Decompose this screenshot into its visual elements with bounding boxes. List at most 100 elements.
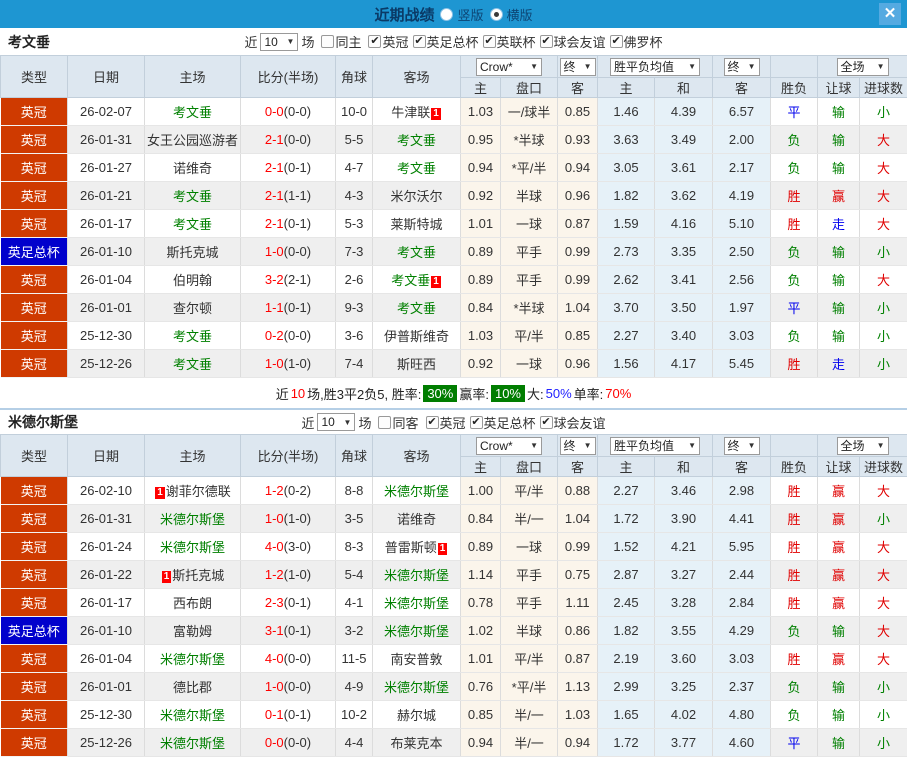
match-date: 26-01-17 <box>68 210 145 238</box>
league-checkbox[interactable] <box>470 416 483 429</box>
result-wdl: 负 <box>771 266 818 294</box>
away-team: 考文垂 <box>391 273 430 288</box>
league-checkbox[interactable] <box>483 35 496 48</box>
match-date: 26-02-10 <box>68 477 145 505</box>
league-checkbox[interactable] <box>540 416 553 429</box>
bookmaker-select[interactable]: Crow* ▼ <box>476 437 542 455</box>
league-filter[interactable]: 英联杯 <box>483 32 536 51</box>
league-filter[interactable]: 球会友谊 <box>540 413 606 432</box>
home-team-cell: 米德尔斯堡 <box>145 533 241 561</box>
odds-stage-select-1[interactable]: 终 ▼ <box>560 437 596 455</box>
odds-win: 2.19 <box>598 645 655 673</box>
home-team: 米德尔斯堡 <box>160 708 225 723</box>
close-icon[interactable]: ✕ <box>879 3 901 25</box>
home-team: 米德尔斯堡 <box>160 512 225 527</box>
handicap-home-odds: 0.94 <box>461 729 501 757</box>
home-team-cell: 查尔顿 <box>145 294 241 322</box>
result-wdl: 胜 <box>771 210 818 238</box>
odds-draw: 4.16 <box>655 210 713 238</box>
full-time-score: 0-1 <box>265 707 284 722</box>
same-venue-filter[interactable]: 同客 <box>378 413 418 432</box>
league-checkbox[interactable] <box>426 416 439 429</box>
away-team-cell: 米德尔斯堡 <box>373 589 461 617</box>
window-title: 近期战绩 <box>374 4 434 25</box>
summary-part: 50% <box>546 386 572 401</box>
handicap-home-odds: 1.14 <box>461 561 501 589</box>
home-team-cell: 伯明翰 <box>145 266 241 294</box>
league-filter[interactable]: 英足总杯 <box>470 413 536 432</box>
handicap-home-odds: 0.92 <box>461 350 501 378</box>
home-team-cell: 德比郡 <box>145 673 241 701</box>
away-team: 布莱克本 <box>390 736 442 751</box>
league-checkbox[interactable] <box>540 35 553 48</box>
rank-badge: 1 <box>431 108 441 120</box>
col-away: 客场 <box>373 435 461 477</box>
league-filter[interactable]: 佛罗杯 <box>610 32 663 51</box>
same-venue-label: 同客 <box>392 413 418 432</box>
summary-part: 大: <box>527 384 544 403</box>
handicap-line: 平/半 <box>501 645 558 673</box>
layout-horizontal-radio[interactable]: 横版 <box>490 5 533 24</box>
odds-win: 1.72 <box>598 505 655 533</box>
league-checkbox[interactable] <box>368 35 381 48</box>
home-team: 考文垂 <box>173 217 212 232</box>
away-team: 牛津联 <box>391 105 430 120</box>
league-checkbox[interactable] <box>610 35 623 48</box>
result-wdl: 负 <box>771 701 818 729</box>
home-team-cell: 米德尔斯堡 <box>145 505 241 533</box>
chevron-down-icon: ▼ <box>584 441 592 450</box>
away-team-cell: 赫尔城 <box>373 701 461 729</box>
odds-stage-select-1[interactable]: 终 ▼ <box>560 58 596 76</box>
radio-unchecked-icon <box>440 8 453 21</box>
result-handicap: 输 <box>818 126 860 154</box>
match-date: 25-12-30 <box>68 322 145 350</box>
result-wdl: 胜 <box>771 533 818 561</box>
league-filter[interactable]: 英冠 <box>426 413 466 432</box>
score-cell: 0-1(0-1) <box>241 701 336 729</box>
league-filter[interactable]: 英冠 <box>368 32 408 51</box>
corners: 3-6 <box>336 322 373 350</box>
odds-win: 2.27 <box>598 322 655 350</box>
period-select[interactable]: 全场 ▼ <box>837 58 889 76</box>
avg-odds-select[interactable]: 胜平负均值 ▼ <box>610 58 700 76</box>
match-date: 25-12-30 <box>68 701 145 729</box>
layout-vertical-radio[interactable]: 竖版 <box>440 5 483 24</box>
match-date: 26-01-04 <box>68 266 145 294</box>
summary-part: 30% <box>423 385 457 402</box>
handicap-home-odds: 1.01 <box>461 210 501 238</box>
home-team: 西布朗 <box>173 596 212 611</box>
handicap-away-odds: 0.93 <box>558 126 598 154</box>
same-venue-label: 同主 <box>335 32 361 51</box>
half-time-score: (0-1) <box>284 300 311 315</box>
same-venue-checkbox[interactable] <box>378 416 391 429</box>
odds-lose: 2.50 <box>713 238 771 266</box>
sub-col-result: 胜负 <box>771 457 818 477</box>
table-row: 英冠 25-12-30 考文垂 0-2(0-0) 3-6 伊普斯维奇 1.03 … <box>1 322 907 350</box>
home-team-cell: 女王公园巡游者 <box>145 126 241 154</box>
home-team-cell: 西布朗 <box>145 589 241 617</box>
league-filter[interactable]: 英足总杯 <box>413 32 479 51</box>
result-goals: 大 <box>860 589 907 617</box>
league-filter[interactable]: 球会友谊 <box>540 32 606 51</box>
sub-col-win: 主 <box>598 78 655 98</box>
same-venue-checkbox[interactable] <box>321 35 334 48</box>
avg-odds-select[interactable]: 胜平负均值 ▼ <box>610 437 700 455</box>
match-date: 26-01-22 <box>68 561 145 589</box>
team-section: 米德尔斯堡 近 10 ▼ 场 同客 英冠 英足总杯 球会友谊 <box>0 408 907 757</box>
odds-stage-select-2[interactable]: 终 ▼ <box>724 437 760 455</box>
odds-win: 2.45 <box>598 589 655 617</box>
team-section: 考文垂 近 10 ▼ 场 同主 英冠 英足总杯 英联杯 球会友谊 佛 <box>0 28 907 408</box>
same-venue-filter[interactable]: 同主 <box>321 32 361 51</box>
bookmaker-select[interactable]: Crow* ▼ <box>476 58 542 76</box>
period-select[interactable]: 全场 ▼ <box>837 437 889 455</box>
handicap-away-odds: 0.94 <box>558 154 598 182</box>
odds-draw: 4.39 <box>655 98 713 126</box>
match-count-select[interactable]: 10 ▼ <box>317 413 355 431</box>
league-checkbox[interactable] <box>413 35 426 48</box>
odds-stage-select-2[interactable]: 终 ▼ <box>724 58 760 76</box>
match-count-select[interactable]: 10 ▼ <box>260 33 298 51</box>
league-label: 英足总杯 <box>427 32 479 51</box>
away-team-cell: 米尔沃尔 <box>373 182 461 210</box>
sub-col-handicap-result: 让球 <box>818 78 860 98</box>
match-type: 英冠 <box>1 701 68 729</box>
